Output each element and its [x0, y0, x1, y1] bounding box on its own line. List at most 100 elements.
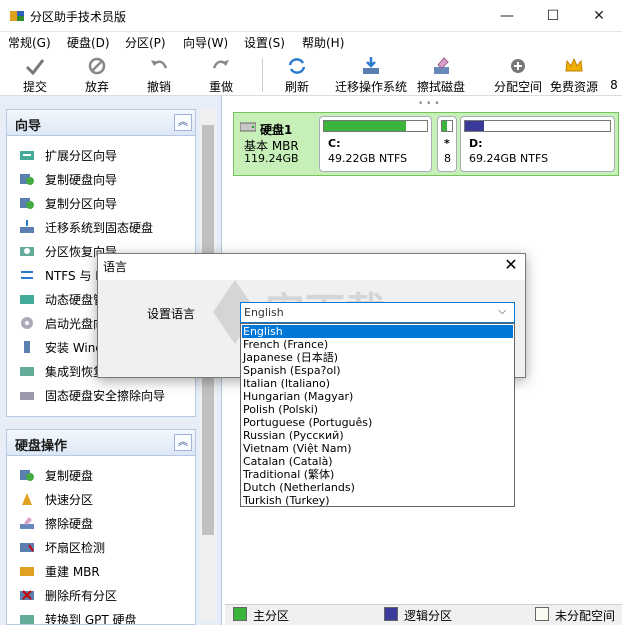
- item-label: 复制硬盘: [45, 469, 94, 483]
- partition-d-usage-bar: [464, 120, 611, 132]
- allocate-space-button[interactable]: 分配空间: [493, 56, 543, 94]
- language-option[interactable]: Spanish (Espa?ol): [242, 364, 513, 377]
- menu-settings[interactable]: 设置(S): [244, 34, 285, 51]
- language-option[interactable]: Portuguese (Português): [242, 416, 513, 429]
- language-dropdown-list: English French (France) Japanese (日本語) Span…: [240, 323, 515, 507]
- language-option[interactable]: Catalan (Català): [242, 455, 513, 468]
- primary-partition-swatch: [233, 607, 247, 621]
- integrate-icon: [20, 367, 34, 376]
- op-quick-partition[interactable]: 快速分区: [17, 488, 195, 510]
- wizard-copy-partition[interactable]: 复制分区向导: [17, 192, 195, 214]
- copy-disk-icon: [20, 174, 34, 185]
- language-option[interactable]: Traditional (繁体): [242, 468, 513, 481]
- menu-wizard[interactable]: 向导(W): [183, 34, 228, 51]
- language-option[interactable]: Italian (Italiano): [242, 377, 513, 390]
- disk-ops-panel-title: 硬盘操作: [15, 439, 68, 454]
- chevron-down-icon[interactable]: ⌵: [498, 304, 506, 318]
- item-label: 复制分区向导: [45, 197, 118, 211]
- menu-general[interactable]: 常规(G): [8, 34, 51, 51]
- item-label: 坏扇区检测: [45, 541, 106, 555]
- allocate-space-label: 分配空间: [493, 80, 542, 94]
- language-option[interactable]: Vietnam (Việt Nam): [242, 442, 513, 455]
- partition-star-label: *: [444, 137, 450, 150]
- extend-partition-icon: [20, 151, 34, 160]
- redo-label: 重做: [208, 80, 233, 94]
- delete-icon: [20, 590, 34, 600]
- op-delete-all-partitions[interactable]: 删除所有分区: [17, 584, 195, 606]
- close-button[interactable]: ✕: [576, 0, 622, 32]
- wipe-disk-button[interactable]: 擦拭磁盘: [414, 56, 468, 94]
- partition-c-usage-bar: [323, 120, 428, 132]
- language-option[interactable]: Dutch (Netherlands): [242, 481, 513, 494]
- eraser-icon: [434, 57, 449, 74]
- discard-label: 放弃: [84, 80, 109, 94]
- maximize-button[interactable]: ☐: [530, 0, 576, 32]
- op-convert-gpt[interactable]: 转换到 GPT 硬盘: [17, 608, 195, 625]
- unallocated-legend: 未分配空间: [555, 609, 616, 623]
- refresh-button[interactable]: 刷新: [276, 56, 318, 94]
- wizard-copy-disk[interactable]: 复制硬盘向导: [17, 168, 195, 190]
- language-option[interactable]: Hungarian (Magyar): [242, 390, 513, 403]
- quick-partition-icon: [22, 493, 32, 505]
- item-label: 删除所有分区: [45, 589, 118, 603]
- recovery-icon: [20, 247, 34, 256]
- wizard-ssd-erase[interactable]: 固态硬盘安全擦除向导: [17, 384, 195, 406]
- app-logo-icon: [10, 11, 24, 21]
- allocate-icon: [511, 59, 525, 73]
- wizard-migrate-ssd[interactable]: 迁移系统到固态硬盘: [17, 216, 195, 238]
- dynamic-disk-icon: [20, 295, 34, 304]
- op-copy-disk[interactable]: 复制硬盘: [17, 464, 195, 486]
- cd-icon: [21, 317, 33, 329]
- redo-button[interactable]: 重做: [200, 56, 242, 94]
- collapse-icon[interactable]: ︽: [174, 434, 192, 451]
- migrate-icon: [363, 57, 379, 74]
- partition-c[interactable]: C: 49.22GB NTFS: [319, 116, 432, 172]
- language-option[interactable]: English: [242, 325, 513, 338]
- item-label: 迁移系统到固态硬盘: [45, 221, 154, 235]
- wizard-extend-partition[interactable]: 扩展分区向导: [17, 144, 195, 166]
- language-option[interactable]: Russian (Русский): [242, 429, 513, 442]
- more-toolbar-button[interactable]: 8: [606, 56, 622, 94]
- partition-star[interactable]: * 8: [437, 116, 457, 172]
- wizard-panel-header: 向导 ︽: [7, 110, 195, 136]
- partition-c-label: C:: [328, 137, 341, 150]
- collapse-icon[interactable]: ︽: [174, 114, 192, 131]
- menu-help[interactable]: 帮助(H): [302, 34, 344, 51]
- language-label: 设置语言: [147, 307, 196, 321]
- undo-label: 撤销: [146, 80, 171, 94]
- commit-button[interactable]: 提交: [14, 56, 56, 94]
- menu-partition[interactable]: 分区(P): [125, 34, 166, 51]
- wipe-disk-label: 擦拭磁盘: [416, 80, 465, 94]
- item-label: 转换到 GPT 硬盘: [45, 613, 137, 625]
- unallocated-swatch: [535, 607, 549, 621]
- refresh-label: 刷新: [284, 80, 309, 94]
- wizard-panel-title: 向导: [15, 119, 42, 134]
- op-erase-disk[interactable]: 擦除硬盘: [17, 512, 195, 534]
- item-label: 复制硬盘向导: [45, 173, 118, 187]
- convert-icon: [21, 271, 33, 279]
- partition-star-usage-bar: [441, 120, 453, 132]
- disk-size: 119.24GB: [244, 152, 299, 165]
- dialog-close-button[interactable]: ✕: [500, 255, 522, 275]
- op-bad-sector-check[interactable]: 坏扇区检测: [17, 536, 195, 558]
- partition-d[interactable]: D: 69.24GB NTFS: [460, 116, 615, 172]
- dialog-title: 语言: [103, 260, 128, 274]
- op-rebuild-mbr[interactable]: 重建 MBR: [17, 560, 195, 582]
- menu-disk[interactable]: 硬盘(D): [67, 34, 110, 51]
- minimize-button[interactable]: —: [484, 0, 530, 32]
- language-option[interactable]: Polish (Polski): [242, 403, 513, 416]
- discard-button[interactable]: 放弃: [76, 56, 118, 94]
- splitter-grip[interactable]: • • •: [418, 99, 440, 109]
- checkmark-icon: [25, 59, 45, 76]
- language-option[interactable]: Japanese (日本語): [242, 351, 513, 364]
- migrate-os-label: 迁移操作系统: [334, 80, 407, 94]
- migrate-os-button[interactable]: 迁移操作系统: [333, 56, 409, 94]
- partition-d-label: D:: [469, 137, 483, 150]
- free-resources-button[interactable]: 免费资源: [547, 56, 601, 94]
- copy-disk-icon: [20, 470, 34, 481]
- language-option[interactable]: Turkish (Turkey): [242, 494, 513, 507]
- item-label: 扩展分区向导: [45, 149, 118, 163]
- undo-button[interactable]: 撤销: [138, 56, 180, 94]
- language-option[interactable]: French (France): [242, 338, 513, 351]
- primary-partition-legend: 主分区: [253, 609, 290, 623]
